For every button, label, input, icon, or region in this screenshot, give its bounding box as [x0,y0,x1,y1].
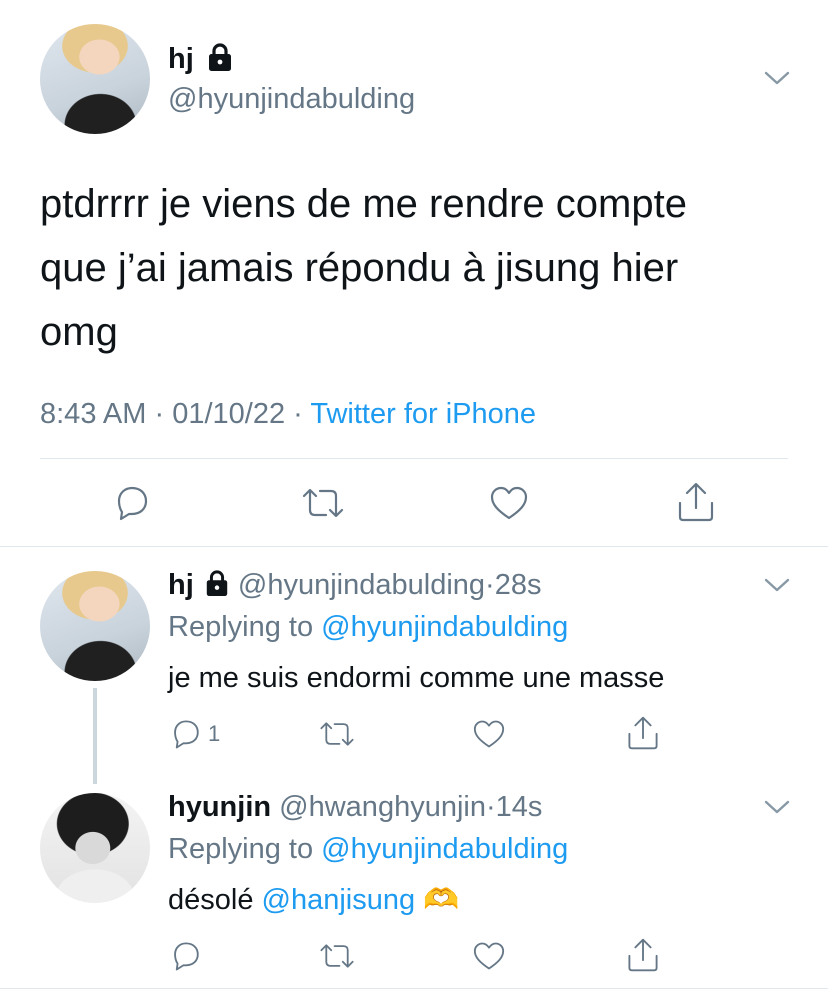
retweet-icon[interactable] [318,720,356,748]
share-icon[interactable] [626,715,660,751]
reply-count: 1 [208,721,221,746]
reply1-text: je me suis endormi comme une masse [168,662,665,694]
thread-line [93,688,97,784]
main-author[interactable]: hj [168,42,234,76]
main-display-name: hj [168,43,194,75]
reply-icon[interactable] [170,718,202,750]
main-text-line-1: ptdrrrr je viens de me rendre compte [40,182,687,226]
main-text-line-3: omg [40,310,118,354]
main-text-line-2: que j’ai jamais répondu à jisung hier [40,246,679,290]
reply1-age: 28s [494,569,542,601]
reply2-replying-to: Replying to @hyunjindabulding [168,832,568,866]
reply1-handle[interactable]: @hyunjindabulding [238,569,485,601]
reply1-dot: · [485,569,495,601]
main-date[interactable]: 01/10/22 [172,398,285,430]
replying-to-link[interactable]: @hyunjindabulding [321,611,568,643]
heart-hands-emoji: 🫶 [423,884,460,916]
mention-link[interactable]: @hanjisung [262,884,416,916]
chevron-down-icon[interactable] [764,70,790,86]
share-icon[interactable] [626,937,660,973]
retweet-icon[interactable] [318,942,356,970]
reply1-header: hj @hyunjindabulding·28s [168,568,541,602]
reply2-body: désolé [168,884,254,916]
reply1-avatar[interactable] [40,571,150,681]
replying-prefix: Replying to [168,833,314,865]
main-source[interactable]: Twitter for iPhone [310,398,536,430]
chevron-down-icon[interactable] [764,577,790,593]
reply2-header: hyunjin @hwanghyunjin·14s [168,790,542,824]
main-tweet-text: ptdrrrr je viens de me rendre compte que… [40,172,687,364]
lock-icon [208,43,231,72]
main-bottom-divider [0,546,828,547]
main-meta: 8:43 AM · 01/10/22 · Twitter for iPhone [40,396,536,432]
main-handle[interactable]: @hyunjindabulding [168,82,415,116]
lock-icon [206,570,228,597]
reply1-reply-action[interactable]: 1 [170,718,220,750]
heart-icon[interactable] [472,719,506,749]
meta-separator: · [293,398,303,430]
heart-icon[interactable] [472,941,506,971]
reply-icon[interactable] [170,940,202,972]
reply1-replying-to: Replying to @hyunjindabulding [168,610,568,644]
reply2-text: désolé @hanjisung 🫶 [168,883,459,917]
heart-icon[interactable] [489,485,529,521]
main-avatar[interactable] [40,24,150,134]
chevron-down-icon[interactable] [764,799,790,815]
reply1-display-name[interactable]: hj [168,569,194,601]
reply2-avatar[interactable] [40,793,150,903]
retweet-icon[interactable] [300,486,346,520]
reply-icon[interactable] [113,484,151,522]
main-time[interactable]: 8:43 AM [40,398,146,430]
replying-prefix: Replying to [168,611,314,643]
replying-to-link[interactable]: @hyunjindabulding [321,833,568,865]
reply2-handle[interactable]: @hwanghyunjin [279,791,486,823]
share-icon[interactable] [676,481,716,523]
reply2-display-name[interactable]: hyunjin [168,791,271,823]
reply2-dot: · [485,791,496,823]
reply2-age: 14s [495,791,543,823]
bottom-divider [0,988,828,989]
meta-separator: · [154,398,165,430]
main-meta-divider [40,458,788,459]
